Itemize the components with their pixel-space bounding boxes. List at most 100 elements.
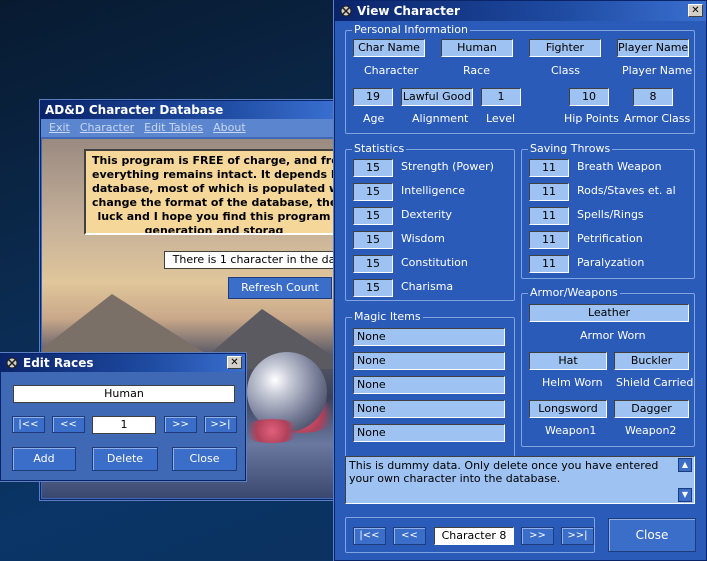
wisdom-label: Wisdom bbox=[401, 232, 445, 245]
weapon2-label: Weapon2 bbox=[625, 424, 677, 437]
last-character-button[interactable]: >>| bbox=[561, 527, 594, 545]
character-count-field: There is 1 character in the da bbox=[164, 251, 334, 269]
first-record-button[interactable]: |<< bbox=[12, 416, 45, 433]
notes-textarea[interactable]: This is dummy data. Only delete once you… bbox=[345, 456, 695, 504]
char-name-field[interactable]: Char Name bbox=[353, 39, 425, 57]
weapon1-field[interactable]: Longsword bbox=[529, 400, 607, 418]
notice-line: generation and storag bbox=[144, 224, 284, 235]
next-record-button[interactable]: >> bbox=[164, 416, 197, 433]
strength-label: Strength (Power) bbox=[401, 160, 494, 173]
record-number-field[interactable]: 1 bbox=[92, 416, 156, 434]
notes-text: This is dummy data. Only delete once you… bbox=[349, 459, 659, 485]
crystal-glow bbox=[242, 419, 302, 443]
hit-points-field[interactable]: 10 bbox=[569, 88, 609, 106]
notice-line: This program is FREE of charge, and free… bbox=[92, 154, 334, 167]
record-nav-group: |<< << Character 8 >> >>| bbox=[345, 517, 595, 553]
races-titlebar[interactable]: Edit Races ✕ bbox=[1, 354, 245, 372]
class-field[interactable]: Fighter bbox=[529, 39, 601, 57]
saving-throws-legend: Saving Throws bbox=[528, 142, 613, 155]
shield-field[interactable]: Buckler bbox=[614, 352, 689, 370]
armor-worn-label: Armor Worn bbox=[580, 329, 646, 342]
age-label: Age bbox=[363, 112, 385, 125]
level-label: Level bbox=[486, 112, 516, 125]
license-notice: This program is FREE of charge, and free… bbox=[84, 149, 334, 235]
armor-weapons-legend: Armor/Weapons bbox=[528, 286, 620, 299]
notice-line: luck and I hope you find this program bbox=[97, 210, 331, 223]
level-field[interactable]: 1 bbox=[481, 88, 521, 106]
shield-label: Shield Carried bbox=[616, 376, 694, 389]
race-field[interactable]: Human bbox=[441, 39, 513, 57]
player-name-label: Player Name bbox=[622, 64, 693, 77]
refresh-count-button[interactable]: Refresh Count bbox=[228, 277, 332, 299]
paralyzation-label: Paralyzation bbox=[577, 256, 645, 269]
magic-item-field[interactable]: None bbox=[353, 400, 505, 418]
first-character-button[interactable]: |<< bbox=[353, 527, 386, 545]
age-field[interactable]: 19 bbox=[353, 88, 393, 106]
statistics-legend: Statistics bbox=[352, 142, 407, 155]
menu-edit-tables[interactable]: Edit Tables bbox=[144, 121, 203, 135]
notice-line: everything remains intact. It depends HE… bbox=[92, 168, 334, 181]
breath-weapon-field[interactable]: 11 bbox=[529, 159, 569, 177]
constitution-field[interactable]: 15 bbox=[353, 255, 393, 273]
dexterity-field[interactable]: 15 bbox=[353, 207, 393, 225]
paralyzation-field[interactable]: 11 bbox=[529, 255, 569, 273]
prev-character-button[interactable]: << bbox=[393, 527, 426, 545]
armor-worn-field[interactable]: Leather bbox=[529, 304, 689, 322]
armor-class-field[interactable]: 8 bbox=[633, 88, 673, 106]
close-icon[interactable]: ✕ bbox=[688, 4, 703, 17]
saving-throws-group: Saving Throws 11 Breath Weapon 11 Rods/S… bbox=[521, 143, 695, 279]
next-character-button[interactable]: >> bbox=[521, 527, 554, 545]
spells-rings-field[interactable]: 11 bbox=[529, 207, 569, 225]
personal-info-legend: Personal Information bbox=[352, 23, 470, 36]
db-menubar: Exit Character Edit Tables About bbox=[41, 119, 335, 137]
menu-character[interactable]: Character bbox=[80, 121, 134, 135]
class-label: Class bbox=[551, 64, 580, 77]
charisma-label: Charisma bbox=[401, 280, 454, 293]
menu-exit[interactable]: Exit bbox=[49, 121, 70, 135]
notice-line: change the format of the database, the p… bbox=[92, 196, 334, 209]
armor-weapons-group: Armor/Weapons Leather Armor Worn Hat Hel… bbox=[521, 287, 695, 447]
race-name-field[interactable]: Human bbox=[13, 385, 235, 403]
scroll-up-icon[interactable]: ▲ bbox=[678, 458, 692, 472]
character-record-field[interactable]: Character 8 bbox=[434, 527, 514, 545]
menu-about[interactable]: About bbox=[213, 121, 246, 135]
armor-class-label: Armor Class bbox=[624, 112, 691, 125]
close-icon[interactable]: ✕ bbox=[227, 356, 242, 369]
intelligence-field[interactable]: 15 bbox=[353, 183, 393, 201]
magic-item-field[interactable]: None bbox=[353, 328, 505, 346]
player-name-field[interactable]: Player Name bbox=[617, 39, 689, 57]
weapon2-field[interactable]: Dagger bbox=[614, 400, 689, 418]
charisma-field[interactable]: 15 bbox=[353, 279, 393, 297]
magic-item-field[interactable]: None bbox=[353, 424, 505, 442]
dexterity-label: Dexterity bbox=[401, 208, 453, 221]
intelligence-label: Intelligence bbox=[401, 184, 466, 197]
race-label: Race bbox=[463, 64, 490, 77]
magic-item-field[interactable]: None bbox=[353, 352, 505, 370]
db-window-title: AD&D Character Database bbox=[45, 103, 224, 117]
close-character-button[interactable]: Close bbox=[608, 518, 696, 552]
magic-items-group: Magic Items None None None None None bbox=[345, 311, 515, 467]
char-titlebar[interactable]: View Character ✕ bbox=[335, 1, 706, 21]
prev-record-button[interactable]: << bbox=[52, 416, 85, 433]
alignment-field[interactable]: Lawful Good bbox=[401, 88, 473, 106]
delete-race-button[interactable]: Delete bbox=[92, 447, 158, 471]
weapon1-label: Weapon1 bbox=[545, 424, 597, 437]
add-race-button[interactable]: Add bbox=[12, 447, 76, 471]
constitution-label: Constitution bbox=[401, 256, 468, 269]
last-record-button[interactable]: >>| bbox=[204, 416, 237, 433]
rods-staves-field[interactable]: 11 bbox=[529, 183, 569, 201]
char-window-title: View Character bbox=[357, 4, 460, 18]
petrification-field[interactable]: 11 bbox=[529, 231, 569, 249]
wisdom-field[interactable]: 15 bbox=[353, 231, 393, 249]
helm-label: Helm Worn bbox=[542, 376, 603, 389]
app-icon bbox=[340, 5, 352, 17]
db-titlebar[interactable]: AD&D Character Database bbox=[41, 101, 335, 119]
helm-field[interactable]: Hat bbox=[529, 352, 607, 370]
char-name-label: Character bbox=[364, 64, 419, 77]
close-races-button[interactable]: Close bbox=[172, 447, 237, 471]
magic-item-field[interactable]: None bbox=[353, 376, 505, 394]
strength-field[interactable]: 15 bbox=[353, 159, 393, 177]
scroll-down-icon[interactable]: ▼ bbox=[678, 488, 692, 502]
spells-rings-label: Spells/Rings bbox=[577, 208, 644, 221]
magic-items-legend: Magic Items bbox=[352, 310, 423, 323]
